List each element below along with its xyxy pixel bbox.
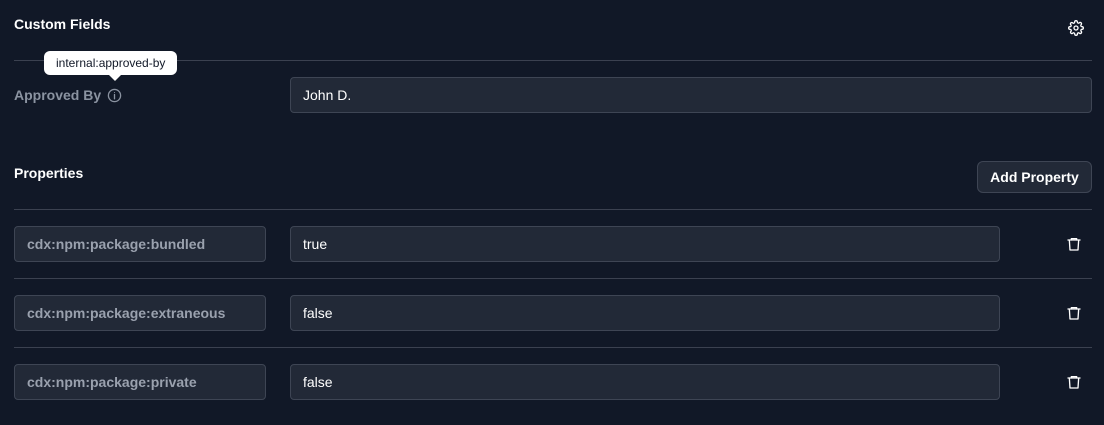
tooltip-arrow	[109, 75, 121, 81]
property-value-input[interactable]	[290, 295, 1000, 331]
info-icon[interactable]	[107, 88, 122, 103]
property-value-input[interactable]	[290, 226, 1000, 262]
properties-title: Properties	[14, 165, 84, 181]
approved-by-label: Approved By	[14, 86, 122, 104]
properties-divider	[14, 209, 1092, 210]
trash-icon	[1067, 307, 1081, 320]
approved-by-input[interactable]	[290, 77, 1092, 113]
property-value-input[interactable]	[290, 364, 1000, 400]
gear-icon	[1068, 20, 1084, 36]
delete-property-button[interactable]	[1064, 303, 1084, 323]
property-key-input[interactable]	[14, 364, 266, 400]
delete-property-button[interactable]	[1064, 234, 1084, 254]
settings-button[interactable]	[1066, 18, 1086, 38]
row-divider	[14, 278, 1092, 279]
trash-icon	[1067, 376, 1081, 389]
row-divider	[14, 347, 1092, 348]
property-key-input[interactable]	[14, 295, 266, 331]
add-property-button[interactable]: Add Property	[977, 161, 1092, 193]
property-key-input[interactable]	[14, 226, 266, 262]
field-key-tooltip: internal:approved-by	[44, 51, 178, 75]
delete-property-button[interactable]	[1064, 372, 1084, 392]
approved-by-label-text: Approved By	[14, 87, 102, 103]
custom-fields-title: Custom Fields	[14, 16, 111, 32]
custom-fields-panel: Custom Fields internal:approved-by Appro…	[0, 0, 1104, 425]
trash-icon	[1067, 238, 1081, 251]
